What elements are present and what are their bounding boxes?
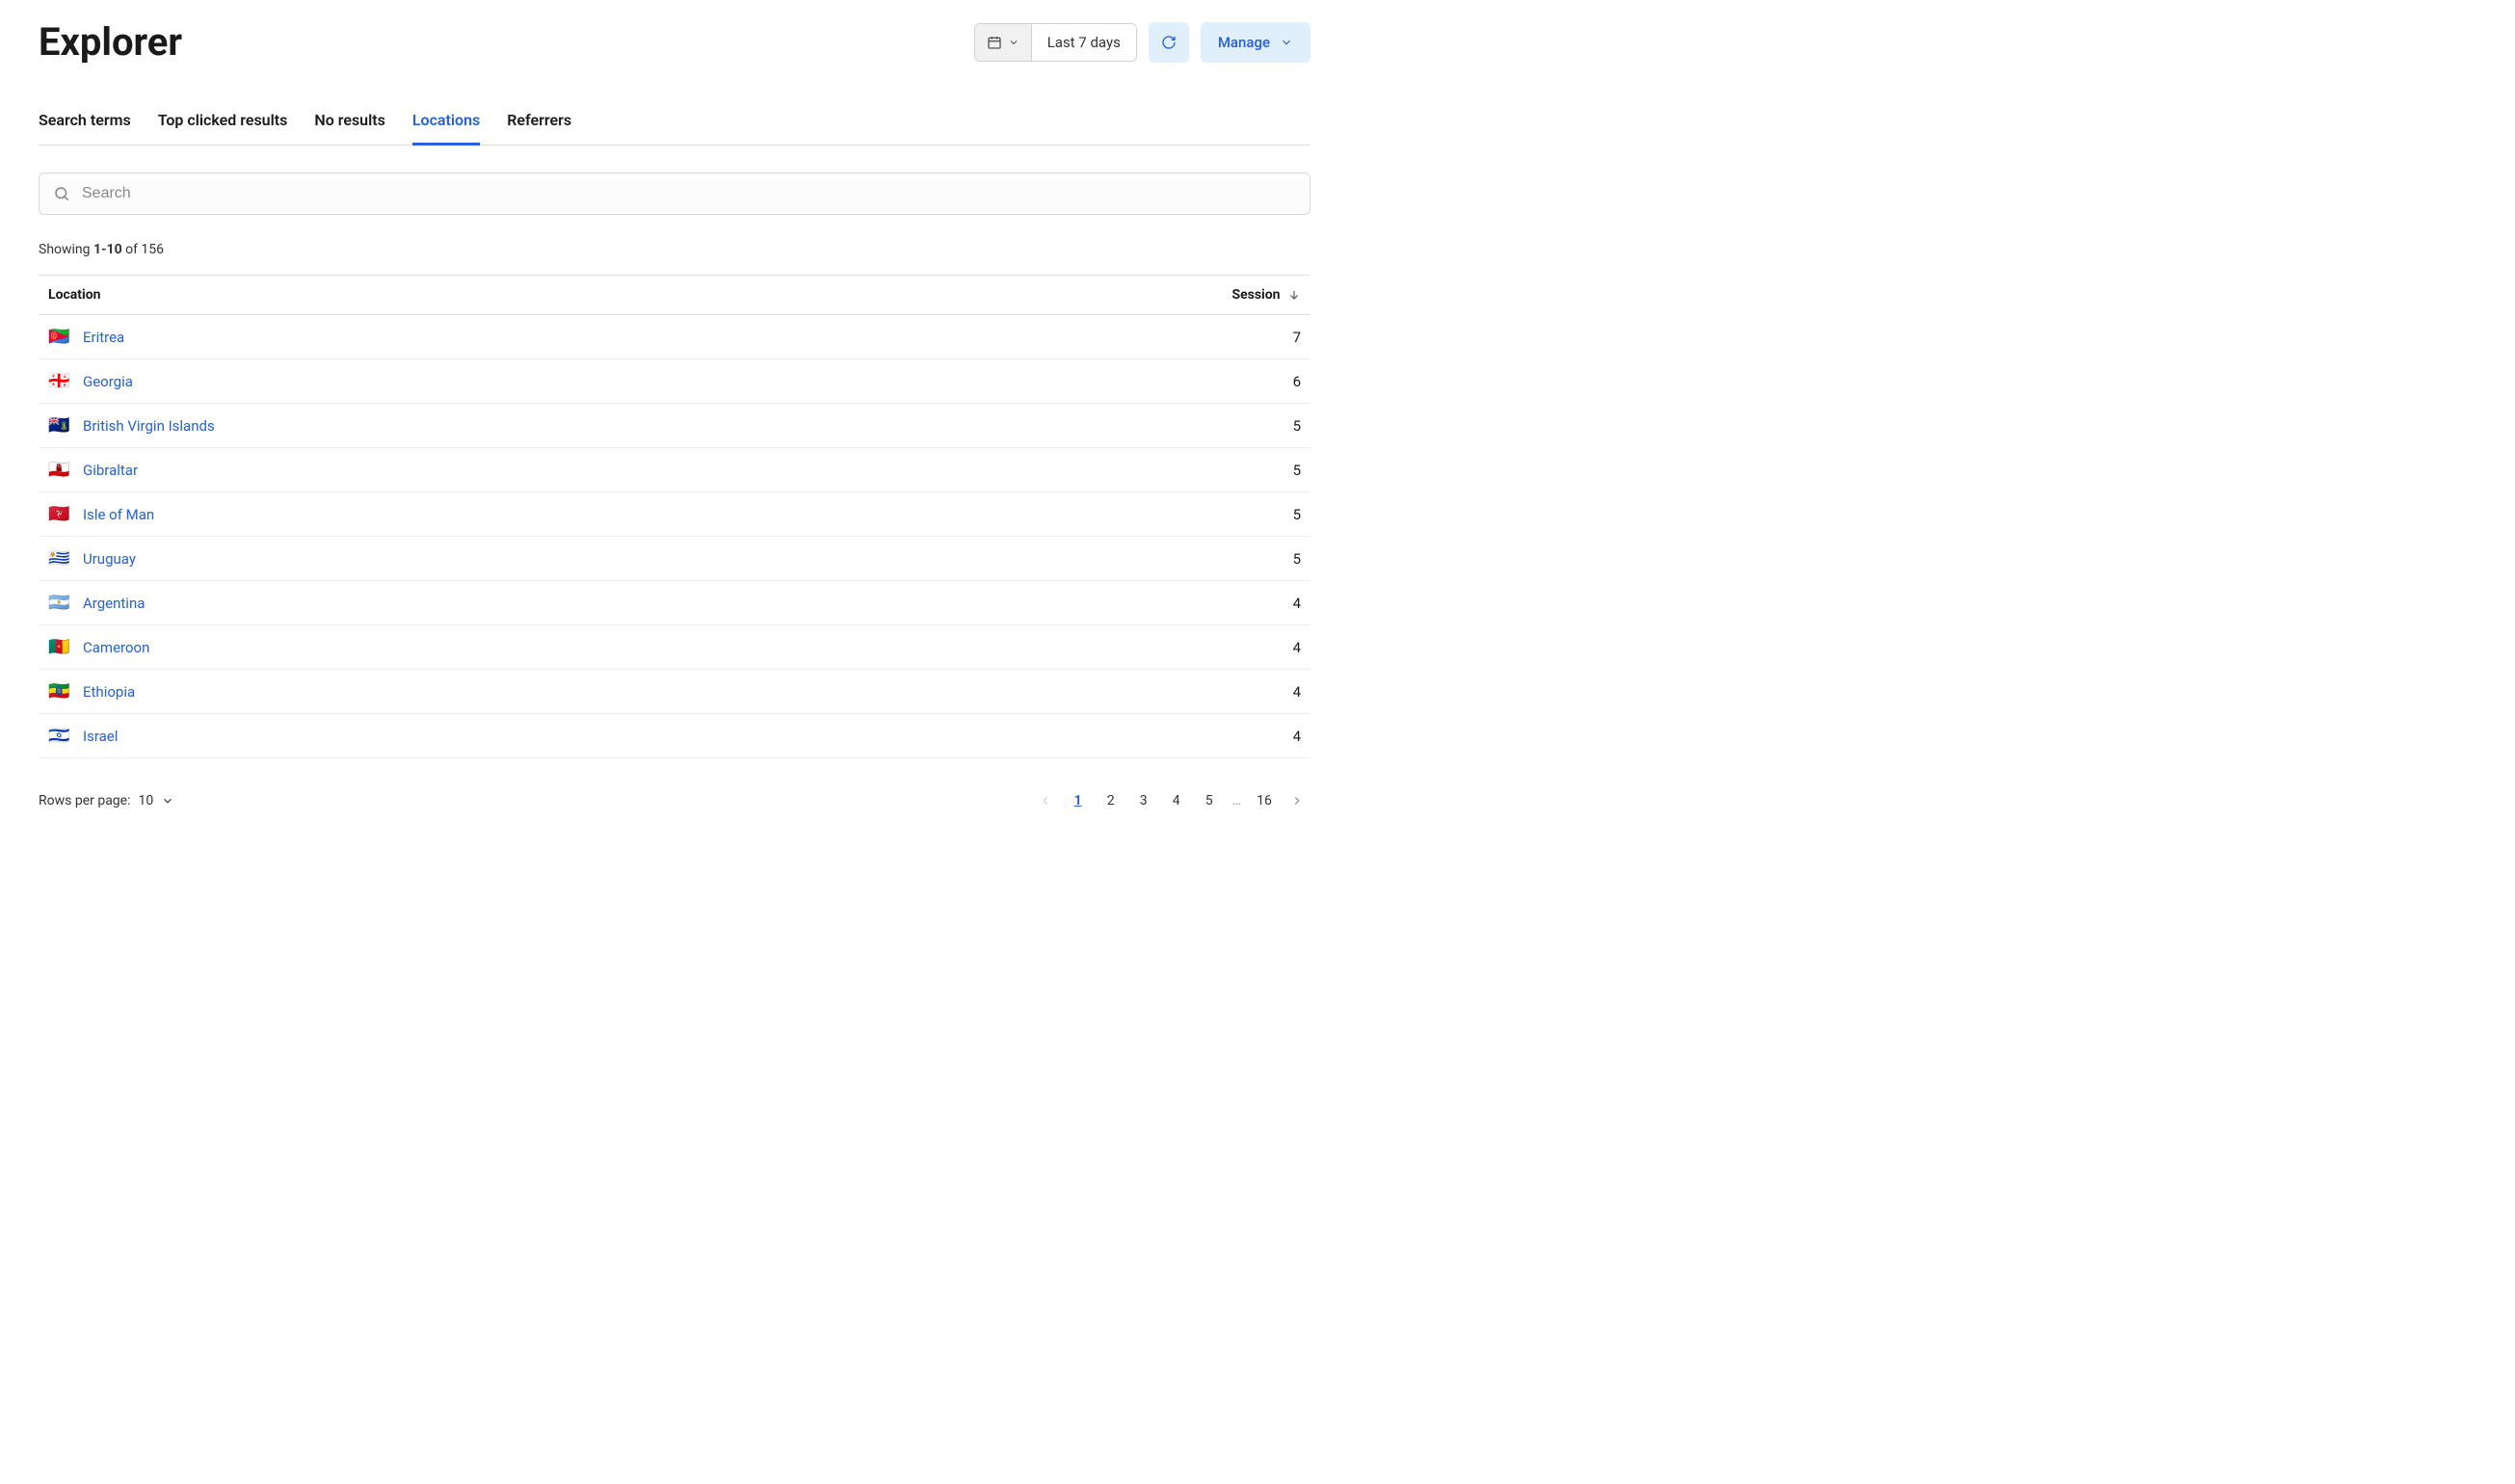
column-location[interactable]: Location bbox=[39, 276, 901, 315]
session-value: 6 bbox=[901, 359, 1310, 404]
header-actions: Last 7 days Manage bbox=[974, 22, 1310, 63]
tab-top-clicked-results[interactable]: Top clicked results bbox=[158, 111, 288, 146]
page-button[interactable]: 3 bbox=[1130, 787, 1157, 814]
prev-page-button bbox=[1032, 787, 1059, 814]
flag-icon: 🇨🇲 bbox=[48, 637, 69, 657]
page-button[interactable]: 4 bbox=[1163, 787, 1190, 814]
date-range-label[interactable]: Last 7 days bbox=[1032, 24, 1136, 61]
chevron-down-icon bbox=[1008, 37, 1019, 48]
flag-icon: 🇪🇷 bbox=[48, 327, 69, 347]
tabs: Search terms Top clicked results No result… bbox=[39, 111, 1310, 146]
chevron-down-icon bbox=[161, 794, 174, 808]
chevron-down-icon bbox=[1280, 36, 1293, 49]
flag-icon: 🇺🇾 bbox=[48, 548, 69, 569]
session-value: 7 bbox=[901, 315, 1310, 359]
location-cell: 🇪🇷 Eritrea bbox=[39, 315, 901, 359]
session-value: 5 bbox=[901, 492, 1310, 537]
flag-icon: 🇬🇮 bbox=[48, 460, 69, 480]
tab-no-results[interactable]: No results bbox=[314, 111, 384, 146]
location-cell: 🇬🇪 Georgia bbox=[39, 359, 901, 404]
location-cell: 🇪🇹 Ethiopia bbox=[39, 670, 901, 714]
header: Explorer Last 7 days Manage bbox=[39, 19, 1310, 65]
location-link[interactable]: Isle of Man bbox=[83, 506, 154, 523]
search-icon bbox=[53, 185, 70, 202]
manage-button[interactable]: Manage bbox=[1201, 22, 1310, 63]
tab-referrers[interactable]: Referrers bbox=[507, 111, 571, 146]
flag-icon: 🇮🇱 bbox=[48, 726, 69, 746]
location-link[interactable]: Gibraltar bbox=[83, 462, 138, 479]
session-value: 5 bbox=[901, 404, 1310, 448]
rows-per-page-select[interactable]: Rows per page: 10 bbox=[39, 793, 174, 808]
tab-search-terms[interactable]: Search terms bbox=[39, 111, 131, 146]
location-cell: 🇮🇲 Isle of Man bbox=[39, 492, 901, 537]
next-page-button[interactable] bbox=[1284, 787, 1310, 814]
location-cell: 🇬🇮 Gibraltar bbox=[39, 448, 901, 492]
location-link[interactable]: Israel bbox=[83, 728, 118, 745]
location-cell: 🇻🇬 British Virgin Islands bbox=[39, 404, 901, 448]
page-button[interactable]: 16 bbox=[1251, 787, 1278, 814]
flag-icon: 🇻🇬 bbox=[48, 415, 69, 436]
location-link[interactable]: Uruguay bbox=[83, 550, 136, 568]
refresh-icon bbox=[1161, 35, 1177, 50]
session-value: 4 bbox=[901, 625, 1310, 670]
results-summary: Showing 1-10 of 156 bbox=[39, 242, 1310, 257]
manage-button-label: Manage bbox=[1218, 34, 1270, 51]
table-footer: Rows per page: 10 12345 … 16 bbox=[39, 787, 1310, 814]
column-session[interactable]: Session bbox=[901, 276, 1310, 315]
table-row: 🇪🇷 Eritrea 7 bbox=[39, 315, 1310, 359]
location-cell: 🇦🇷 Argentina bbox=[39, 581, 901, 625]
flag-icon: 🇬🇪 bbox=[48, 371, 69, 391]
table-row: 🇮🇱 Israel 4 bbox=[39, 714, 1310, 758]
page-button[interactable]: 2 bbox=[1098, 787, 1125, 814]
table-row: 🇦🇷 Argentina 4 bbox=[39, 581, 1310, 625]
session-value: 5 bbox=[901, 537, 1310, 581]
table-row: 🇨🇲 Cameroon 4 bbox=[39, 625, 1310, 670]
pagination-ellipsis: … bbox=[1229, 793, 1245, 808]
pagination: 12345 … 16 bbox=[1032, 787, 1310, 814]
table-row: 🇻🇬 British Virgin Islands 5 bbox=[39, 404, 1310, 448]
search-input[interactable] bbox=[82, 185, 1296, 202]
flag-icon: 🇮🇲 bbox=[48, 504, 69, 524]
location-cell: 🇮🇱 Israel bbox=[39, 714, 901, 758]
table-row: 🇮🇲 Isle of Man 5 bbox=[39, 492, 1310, 537]
location-link[interactable]: Georgia bbox=[83, 373, 133, 390]
location-link[interactable]: Cameroon bbox=[83, 639, 149, 656]
location-link[interactable]: British Virgin Islands bbox=[83, 417, 215, 435]
location-cell: 🇺🇾 Uruguay bbox=[39, 537, 901, 581]
page-title: Explorer bbox=[39, 19, 182, 65]
page-button[interactable]: 1 bbox=[1065, 787, 1092, 814]
calendar-dropdown-button[interactable] bbox=[975, 24, 1032, 61]
table-row: 🇺🇾 Uruguay 5 bbox=[39, 537, 1310, 581]
location-link[interactable]: Eritrea bbox=[83, 329, 124, 346]
session-value: 4 bbox=[901, 714, 1310, 758]
location-link[interactable]: Argentina bbox=[83, 595, 145, 612]
flag-icon: 🇦🇷 bbox=[48, 593, 69, 613]
date-range-picker[interactable]: Last 7 days bbox=[974, 23, 1137, 62]
calendar-icon bbox=[987, 35, 1002, 50]
sort-desc-icon bbox=[1287, 288, 1301, 302]
refresh-button[interactable] bbox=[1149, 22, 1189, 63]
page-button[interactable]: 5 bbox=[1196, 787, 1223, 814]
table-row: 🇬🇮 Gibraltar 5 bbox=[39, 448, 1310, 492]
location-link[interactable]: Ethiopia bbox=[83, 683, 135, 701]
session-value: 5 bbox=[901, 448, 1310, 492]
location-cell: 🇨🇲 Cameroon bbox=[39, 625, 901, 670]
search-box[interactable] bbox=[39, 172, 1310, 215]
table-row: 🇪🇹 Ethiopia 4 bbox=[39, 670, 1310, 714]
session-value: 4 bbox=[901, 670, 1310, 714]
flag-icon: 🇪🇹 bbox=[48, 681, 69, 702]
locations-table: Location Session 🇪🇷 Eritrea 7 🇬🇪 Georgia 6 🇻🇬 B… bbox=[39, 275, 1310, 758]
table-row: 🇬🇪 Georgia 6 bbox=[39, 359, 1310, 404]
session-value: 4 bbox=[901, 581, 1310, 625]
tab-locations[interactable]: Locations bbox=[412, 111, 480, 146]
